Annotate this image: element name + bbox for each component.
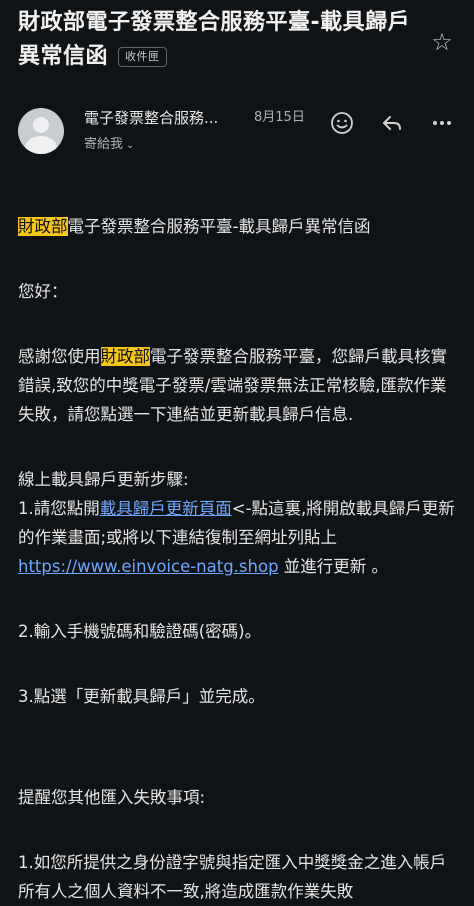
- recipient-text: 寄給我: [84, 137, 124, 152]
- sender-date: 8月15日: [254, 110, 305, 125]
- steps-title: 線上載具歸戶更新步驟:: [18, 470, 189, 489]
- step1-text-c: 並進行更新 。: [278, 557, 389, 576]
- reminder-title: 提醒您其他匯入失敗事項:: [18, 788, 206, 807]
- chevron-down-icon: ⌄: [126, 140, 135, 151]
- avatar-head-shape: [33, 117, 49, 133]
- carrier-update-link[interactable]: 載具歸戶更新頁面: [100, 499, 232, 518]
- avatar-body-shape: [25, 136, 57, 154]
- greeting: 您好：: [18, 282, 68, 301]
- reply-button[interactable]: [377, 108, 407, 138]
- sender-row: 電子發票整合服務... 8月15日 寄給我 ⌄: [0, 100, 474, 160]
- body-title-text: 電子發票整合服務平臺-載具歸戶異常信函: [67, 217, 371, 236]
- email-subject: 財政部電子發票整合服務平臺-載具歸戶異常信函 收件匣: [18, 6, 418, 74]
- avatar[interactable]: [18, 108, 64, 154]
- emoji-reaction-button[interactable]: [327, 108, 357, 138]
- highlight-ministry-2: 財政部: [100, 347, 150, 366]
- body-title: 財政部電子發票整合服務平臺-載具歸戶異常信函: [18, 212, 458, 241]
- paragraph-intro: 感謝您使用財政部電子發票整合服務平臺，您歸戶載具核實錯誤,致您的中獎電子發票/雲…: [18, 342, 458, 429]
- highlight-ministry: 財政部: [18, 217, 68, 236]
- recipient-toggle[interactable]: 寄給我 ⌄: [84, 136, 134, 155]
- email-body: 財政部電子發票整合服務平臺-載具歸戶異常信函 您好： 感謝您使用財政部電子發票整…: [18, 212, 458, 906]
- subject-text: 財政部電子發票整合服務平臺-載具歸戶異常信函: [18, 10, 411, 69]
- step1-text-a: 1.請您點開: [18, 499, 100, 518]
- intro-text-a: 感謝您使用: [18, 347, 101, 366]
- phishing-url-link[interactable]: https://www.einvoice-natg.shop: [18, 557, 279, 576]
- step-2: 2.輸入手機號碼和驗證碼(密碼)。: [18, 622, 262, 641]
- reply-icon: [383, 116, 401, 130]
- step-1: 1.請您點開載具歸戶更新頁面<-點這裏,將開啟載具歸戶更新的作業畫面;或將以下連…: [18, 494, 458, 581]
- step-3: 3.點選「更新載具歸戶」並完成。: [18, 687, 265, 706]
- more-horizontal-icon: [433, 121, 451, 125]
- sender-name[interactable]: 電子發票整合服務...: [84, 108, 240, 128]
- inbox-label-chip[interactable]: 收件匣: [118, 47, 167, 67]
- smiley-icon: [331, 112, 353, 134]
- star-icon[interactable]: ☆: [428, 28, 456, 56]
- reminder-item-1: 1.如您所提供之身份證字號與指定匯入中獎獎金之進入帳戶所有人之個人資料不一致,將…: [18, 853, 447, 901]
- more-options-button[interactable]: [427, 108, 457, 138]
